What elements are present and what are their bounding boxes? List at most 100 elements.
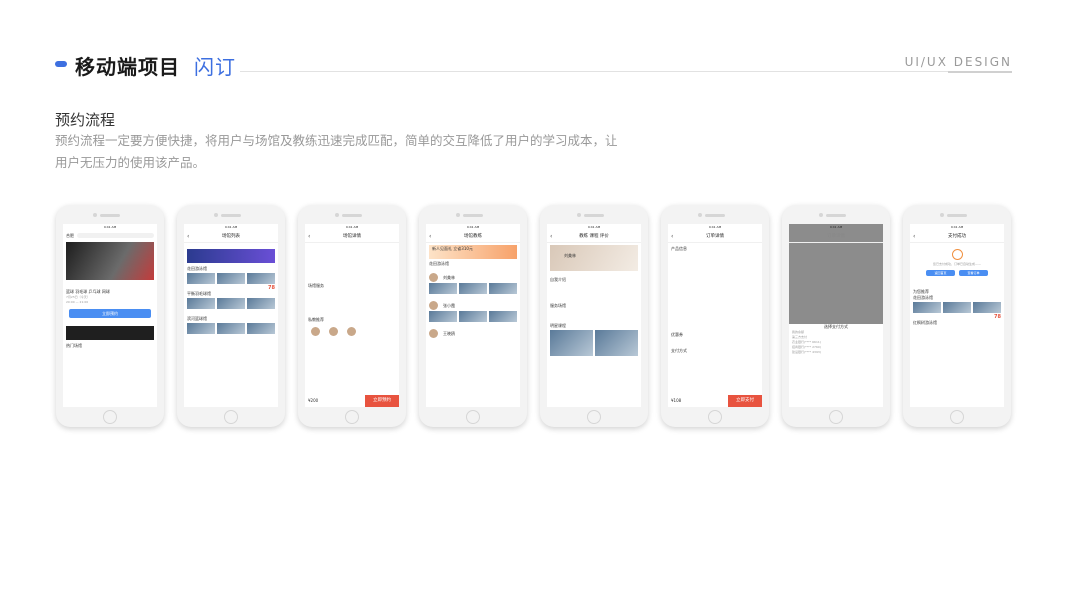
nav-bar: ‹ 订单详情	[668, 231, 762, 243]
phone-order-detail: 9:41 AM ‹ 订单详情 产品信息 优惠券 支付方式 ¥108 立即支付	[661, 205, 769, 427]
payment-row[interactable]: 支付方式	[668, 348, 762, 354]
coach-row[interactable]: 刘美林	[426, 273, 520, 282]
promo-banner[interactable]	[66, 326, 154, 340]
nav-title: 订单详情	[827, 234, 845, 239]
coach-avatar[interactable]	[347, 327, 356, 336]
book-button[interactable]: 立即预约	[69, 309, 151, 318]
back-icon[interactable]: ‹	[671, 231, 673, 242]
nav-title: 场馆列表	[222, 234, 240, 239]
back-icon[interactable]: ‹	[429, 231, 431, 242]
coupon-row[interactable]: 优惠券	[668, 332, 762, 338]
phone-home-button	[103, 410, 117, 424]
coach-avatar	[429, 329, 438, 338]
back-icon[interactable]: ‹	[913, 231, 915, 242]
phone-payment-success: 9:41 AM ‹ 支付成功 您已支付成功，订单已自动生成—— 返回首页 查看订单…	[903, 205, 1011, 427]
nav-bar: ‹ 场馆列表	[184, 231, 278, 243]
screen-home: 9:41 AM 合肥 篮球 羽毛球 乒乓球 网球 7月25日（今天） 20:00…	[63, 224, 157, 407]
back-icon[interactable]: ‹	[550, 231, 552, 242]
venue-name[interactable]: 红枫树游泳馆	[910, 320, 1004, 326]
city-selector[interactable]: 合肥	[63, 233, 77, 239]
section-title: 预约流程	[55, 111, 116, 129]
phone-camera	[940, 213, 944, 217]
service-list	[305, 289, 399, 317]
book-button[interactable]: 立即预约	[365, 395, 399, 407]
screen-venue-detail: 9:41 AM ‹ 场馆详情 场馆服务 私教推荐 ¥200 立即预约	[305, 224, 399, 407]
nav-bar: ‹ 场馆教练	[426, 231, 520, 243]
status-bar: 9:41 AM	[345, 225, 359, 229]
status-bar: 9:41 AM	[829, 225, 843, 229]
phone-home-button	[345, 410, 359, 424]
total-price: ¥200	[308, 398, 319, 403]
status-bar: 9:41 AM	[103, 225, 117, 229]
promo-banner[interactable]: 新人见面礼 立省310元	[429, 245, 517, 259]
phone-speaker	[947, 214, 967, 217]
phone-camera	[335, 213, 339, 217]
nav-bar: ‹ 支付成功	[910, 231, 1004, 243]
phone-home-button	[466, 410, 480, 424]
promo-banner[interactable]	[187, 249, 275, 263]
total-price: ¥108	[671, 398, 682, 403]
home-button[interactable]: 返回首页	[926, 270, 955, 276]
page-subtitle: 闪订	[194, 55, 236, 79]
coach-avatar	[429, 273, 438, 282]
intro-text	[547, 283, 641, 303]
tab-labels[interactable]: 教练 课程 评价	[579, 234, 609, 239]
phone-speaker	[584, 214, 604, 217]
phone-camera	[214, 213, 218, 217]
coach-avatar[interactable]	[311, 327, 320, 336]
nav-bar: 订单详情	[789, 231, 883, 243]
coach-avatar[interactable]	[329, 327, 338, 336]
phone-venue-detail: 9:41 AM ‹ 场馆详情 场馆服务 私教推荐 ¥200 立即预约	[298, 205, 406, 427]
venue-photos	[184, 272, 278, 285]
status-bar: 9:41 AM	[224, 225, 238, 229]
screen-coach-profile: 9:41 AM ‹ 教练 课程 评价 刘美林 自我介绍 服务场馆 明星课程	[547, 224, 641, 407]
phone-speaker	[463, 214, 483, 217]
status-bar: 9:41 AM	[587, 225, 601, 229]
page-title: 移动端项目	[75, 55, 180, 79]
pay-option[interactable]: 建设银行(**** 4393)	[789, 350, 883, 355]
screen-order-detail: 9:41 AM ‹ 订单详情 产品信息 优惠券 支付方式 ¥108 立即支付	[668, 224, 762, 407]
time-picker[interactable]: 20:00 — 21:00	[63, 300, 157, 305]
bottom-bar: ¥108 立即支付	[668, 395, 762, 407]
phone-speaker	[100, 214, 120, 217]
back-icon[interactable]: ‹	[308, 231, 310, 242]
nav-title: 支付成功	[948, 234, 966, 239]
coach-name: 刘美林	[564, 253, 576, 258]
status-bar: 9:41 AM	[708, 225, 722, 229]
coach-name: 张小霞	[443, 302, 455, 308]
section-description: 预约流程一定要方便快捷，将用户与场馆及教练迅速完成匹配，简单的交互降低了用户的学…	[55, 133, 618, 170]
view-order-button[interactable]: 查看订单	[959, 270, 988, 276]
screen-venue-list: 9:41 AM ‹ 场馆列表 花田游泳馆 78 平衡羽毛球馆 滨河篮球馆	[184, 224, 278, 407]
venue-photos	[910, 301, 1004, 314]
phone-venue-coaches: 9:41 AM ‹ 场馆教练 新人见面礼 立省310元 花田游泳馆 刘美林 张小霞…	[419, 205, 527, 427]
coach-row[interactable]: 张小霞	[426, 301, 520, 310]
search-input[interactable]	[77, 233, 154, 238]
phone-speaker	[826, 214, 846, 217]
back-icon[interactable]: ‹	[187, 231, 189, 242]
coach-row[interactable]: 王晓鸥	[426, 329, 520, 338]
phone-camera	[93, 213, 97, 217]
coach-photos	[426, 282, 520, 295]
phone-home-button	[224, 410, 238, 424]
phone-home-button	[829, 410, 843, 424]
phone-home-button	[708, 410, 722, 424]
coach-cards	[305, 323, 399, 340]
phone-camera	[456, 213, 460, 217]
screen-payment-method: 9:41 AM 订单详情 选择支付方式 我的余额 第三方支付 农业银行(****…	[789, 224, 883, 407]
brand-underline	[948, 71, 1012, 73]
success-actions: 返回首页 查看订单	[910, 267, 1004, 279]
nav-title: 订单详情	[706, 234, 724, 239]
pay-button[interactable]: 立即支付	[728, 395, 762, 407]
brand-label: UI/UX DESIGN	[904, 55, 1012, 69]
home-banner[interactable]	[66, 242, 154, 280]
profile-tabs[interactable]: ‹ 教练 课程 评价	[547, 231, 641, 243]
nav-bar: ‹ 场馆详情	[305, 231, 399, 243]
venue-info-block	[305, 243, 399, 283]
phone-camera	[698, 213, 702, 217]
home-search-bar[interactable]: 合肥	[63, 231, 157, 240]
success-icon	[951, 249, 963, 260]
header-divider	[240, 71, 1012, 72]
screen-payment-success: 9:41 AM ‹ 支付成功 您已支付成功，订单已自动生成—— 返回首页 查看订单…	[910, 224, 1004, 407]
coach-photos	[426, 310, 520, 323]
course-photos[interactable]	[547, 329, 641, 357]
